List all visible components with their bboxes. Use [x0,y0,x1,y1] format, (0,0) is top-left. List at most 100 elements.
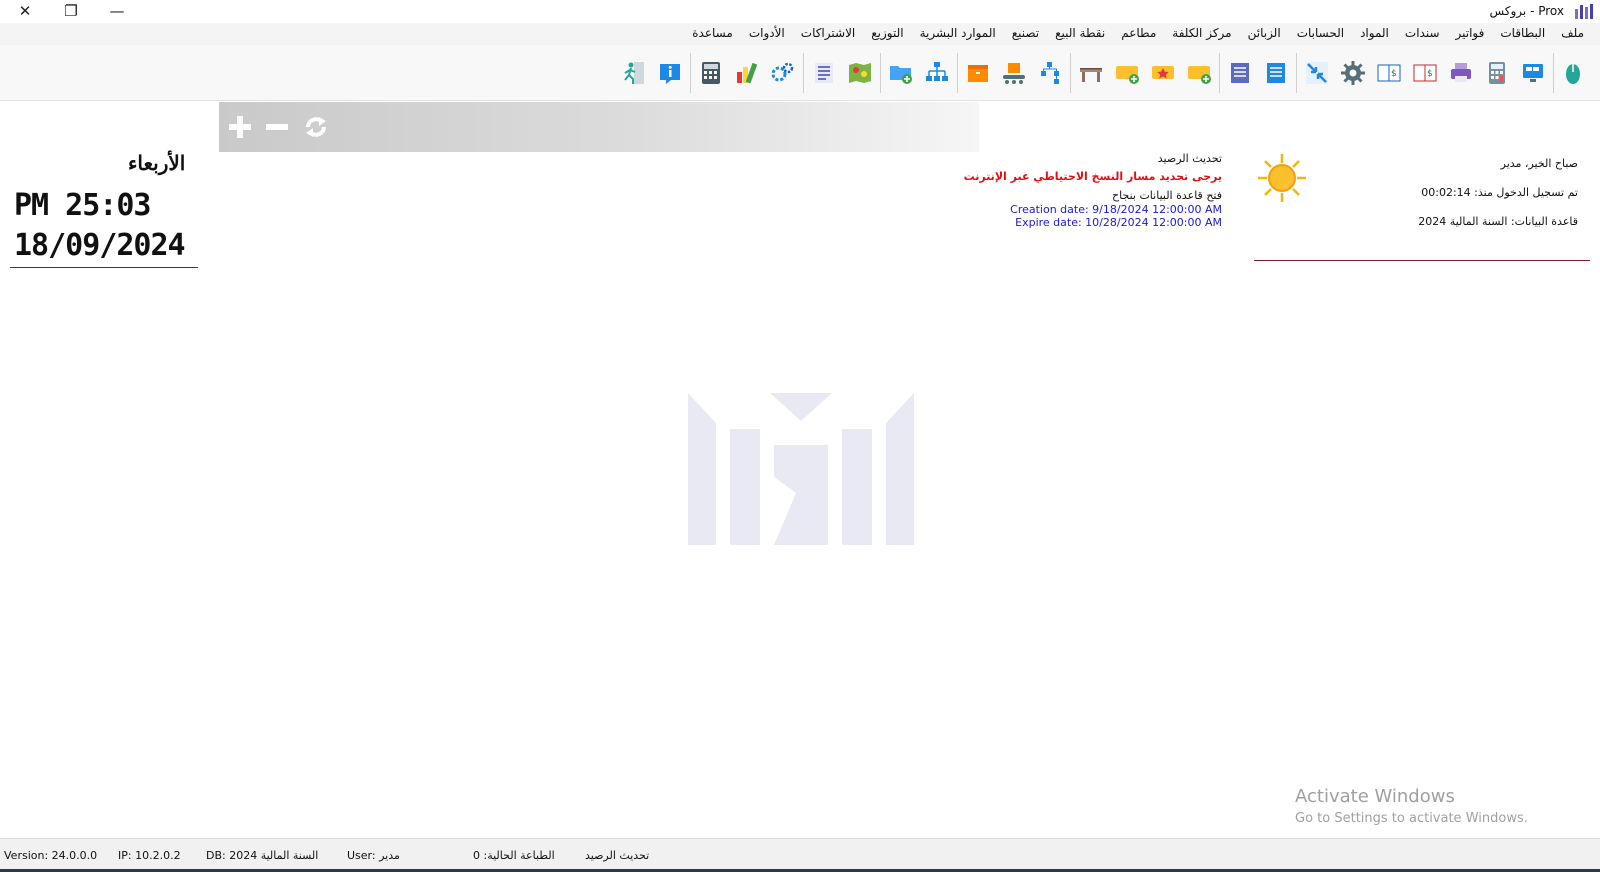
database-info: قاعدة البيانات: السنة المالية 2024 [1418,215,1578,228]
mouse-icon [1566,64,1580,84]
toolbar-gear-button[interactable] [1335,56,1371,90]
toolbar-ticket-add-2-button[interactable] [1109,56,1145,90]
toolbar-separator [1553,53,1554,93]
toolbar-separator [1296,53,1297,93]
menu-item-5[interactable]: الحسابات [1289,23,1352,45]
document-list-icon [815,63,833,83]
menu-item-11[interactable]: الموارد البشرية [912,23,1004,45]
menu-item-4[interactable]: المواد [1352,23,1397,45]
notifications-panel: تحديث الرصيد يرجى تحديد مسار النسخ الاحت… [964,152,1222,229]
clock-divider [10,267,198,268]
printer-icon [1451,63,1471,82]
menu-item-15[interactable]: مساعدة [684,23,741,45]
toolbar-map-button[interactable] [842,56,878,90]
status-version: Version: 24.0.0.0 [4,849,98,862]
toolbar-colors-button[interactable] [729,56,765,90]
activation-subtitle: Go to Settings to activate Windows. [1295,811,1528,826]
toolbar-ledger-red-button[interactable]: $ [1407,56,1443,90]
menu-item-12[interactable]: التوزيع [863,23,911,45]
watermark-logo-icon [688,393,914,545]
status-db: DB: 2024 السنة المالية [206,849,319,862]
status-ip: IP: 10.2.0.2 [118,849,181,862]
menu-item-14[interactable]: الأدوات [741,23,793,45]
day-name: الأربعاء [128,151,186,175]
minimize-button[interactable]: — [94,0,140,22]
refresh-icon [306,117,326,137]
menu-bar: ملف البطاقات فواتير سندات المواد الحسابات الزب… [0,23,1600,45]
menu-item-13[interactable]: الاشتراكات [793,23,863,45]
minus-icon [266,124,288,130]
toolbar-separator [803,53,804,93]
update-balance-message: تحديث الرصيد [1157,152,1222,165]
toolbar-document-list-button[interactable] [806,56,842,90]
menu-item-1[interactable]: البطاقات [1492,23,1553,45]
zoom-in-button[interactable] [225,112,255,142]
toolbar-box-button[interactable] [960,56,996,90]
toolbar-separator [690,53,691,93]
title-bar: ✕ ❐ — Prox - بروكس [0,0,1600,23]
plus-icon [229,116,251,138]
menu-item-2[interactable]: فواتير [1448,23,1493,45]
gear-icon [1341,61,1365,85]
status-bar: Version: 24.0.0.0 IP: 10.2.0.2 DB: 2024 … [0,838,1600,872]
toolbar-hierarchy-button[interactable] [919,56,955,90]
toolbar-calc-grid-button[interactable] [693,56,729,90]
creation-date: Creation date: 9/18/2024 12:00:00 AM [1010,203,1222,216]
calc-grid-icon [702,62,720,84]
colors-icon [737,62,758,84]
toolbar-monitor-button[interactable] [1515,56,1551,90]
toolbar-separator [880,53,881,93]
svg-text:$: $ [1427,69,1433,79]
status-refresh-balance[interactable]: تحديث الرصيد [585,849,649,862]
hierarchy-icon [926,62,948,81]
zoom-strip [219,102,979,152]
exit-icon [624,62,644,84]
table-icon [1080,68,1102,82]
status-user: User: مدير [347,849,400,862]
list-blue-icon [1267,63,1285,83]
toolbar-info-button[interactable] [652,56,688,90]
menu-item-6[interactable]: الزبائن [1240,23,1289,45]
menu-item-3[interactable]: سندات [1397,23,1448,45]
menu-item-7[interactable]: مركز الكلفة [1164,23,1239,45]
window-title: Prox - بروكس [1489,4,1564,18]
toolbar-arrows-button[interactable] [1299,56,1335,90]
toolbar-printer-button[interactable] [1443,56,1479,90]
toolbar-list-blue-button[interactable] [1258,56,1294,90]
ticket-add-icon [1188,66,1211,84]
restore-button[interactable]: ❐ [48,0,94,22]
menu-item-9[interactable]: نقطة البيع [1047,23,1113,45]
toolbar-list-purple-button[interactable] [1222,56,1258,90]
toolbar-conveyor-button[interactable] [996,56,1032,90]
app-logo-icon [1575,4,1593,19]
menu-item-10[interactable]: تصنيع [1004,23,1047,45]
cogs-icon [771,62,794,82]
toolbar-mouse-button[interactable] [1556,56,1592,90]
folder-add-icon [890,66,912,84]
toolbar-cogs-button[interactable] [765,56,801,90]
toolbar-tree-button[interactable] [1032,56,1068,90]
menu-item-8[interactable]: مطاعم [1113,23,1164,45]
toolbar: $ $ [0,45,1600,101]
refresh-button[interactable] [301,112,331,142]
status-printing: الطباعة الحالية: 0 [473,849,555,862]
sun-icon [1258,154,1306,202]
zoom-out-button[interactable] [262,112,292,142]
close-button[interactable]: ✕ [2,0,48,22]
clock-date: 18/09/2024 [14,228,186,263]
ledger-blue-icon: $ [1377,64,1401,82]
menu-item-0[interactable]: ملف [1553,23,1592,45]
toolbar-ticket-star-button[interactable] [1145,56,1181,90]
ticket-star-icon [1152,66,1174,79]
toolbar-ledger-blue-button[interactable]: $ [1371,56,1407,90]
toolbar-calculator-button[interactable] [1479,56,1515,90]
toolbar-folder-add-button[interactable] [883,56,919,90]
toolbar-table-button[interactable] [1073,56,1109,90]
greeting-panel: صباح الخير، مدير تم تسجيل الدخول منذ: 00… [1418,157,1578,229]
calculator-icon [1489,62,1505,84]
info-icon [660,64,680,84]
activation-title: Activate Windows [1295,786,1455,807]
toolbar-ticket-add-button[interactable] [1181,56,1217,90]
clock-time: PM 25:03 [14,188,151,223]
toolbar-exit-button[interactable] [616,56,652,90]
